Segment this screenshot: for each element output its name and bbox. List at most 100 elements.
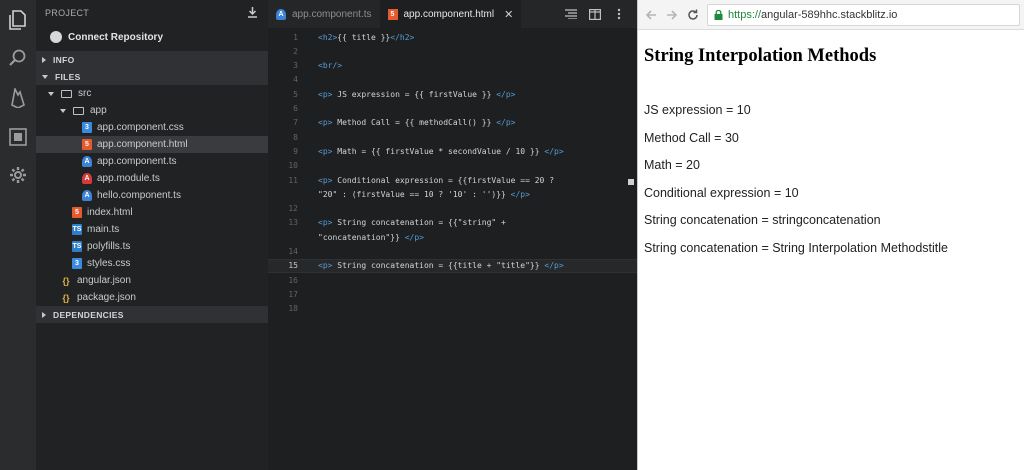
- line-number: 3: [293, 61, 298, 71]
- code-text: <p> Method Call = {{ methodCall() }} </p…: [318, 118, 516, 128]
- code-line[interactable]: 18: [268, 302, 637, 316]
- code-line[interactable]: 4: [268, 73, 637, 87]
- angular-file-icon: A: [82, 156, 92, 167]
- code-line[interactable]: 1 <h2>{{ title }}</h2>: [268, 30, 637, 44]
- format-icon[interactable]: [565, 8, 577, 20]
- tree-file[interactable]: 3 app.component.css: [36, 119, 268, 136]
- split-editor-icon[interactable]: [589, 8, 601, 20]
- tree-file[interactable]: {} package.json: [36, 289, 268, 306]
- tree-file-label: package.json: [77, 292, 136, 303]
- code-line[interactable]: 12: [268, 202, 637, 216]
- tree-file[interactable]: TS polyfills.ts: [36, 238, 268, 255]
- code-text: <p> Conditional expression = {{firstValu…: [318, 175, 555, 185]
- line-number: 18: [288, 304, 298, 314]
- section-files[interactable]: FILES: [36, 68, 268, 85]
- code-text: <p> Math = {{ firstValue * secondValue /…: [318, 146, 564, 156]
- html-file-icon: 5: [387, 8, 398, 20]
- tree-file[interactable]: 5 index.html: [36, 204, 268, 221]
- code-line[interactable]: 5 <p> JS expression = {{ firstValue }} </…: [268, 87, 637, 101]
- firebase-icon[interactable]: [6, 86, 30, 110]
- search-icon[interactable]: [6, 46, 30, 70]
- code-line[interactable]: 8: [268, 130, 637, 144]
- code-text: <p> String concatenation = {{"string" +: [318, 218, 506, 228]
- code-line[interactable]: 10: [268, 159, 637, 173]
- line-number: 5: [293, 89, 298, 99]
- tab-app-component-ts[interactable]: A app.component.ts: [268, 0, 380, 28]
- code-line[interactable]: 3 <br/>: [268, 59, 637, 73]
- gear-icon[interactable]: [6, 163, 30, 187]
- html-file-icon: 5: [82, 139, 92, 150]
- code-line[interactable]: 14: [268, 245, 637, 259]
- css-file-icon: 3: [72, 258, 82, 269]
- files-icon[interactable]: [6, 8, 30, 32]
- code-text: <h2>{{ title }}</h2>: [318, 32, 415, 42]
- url-scheme: https://: [728, 8, 762, 21]
- code-line[interactable]: 9 <p> Math = {{ firstValue * secondValue …: [268, 144, 637, 158]
- tree-file[interactable]: A hello.component.ts: [36, 187, 268, 204]
- tree-file[interactable]: 3 styles.css: [36, 255, 268, 272]
- code-line[interactable]: "concatenation"}} </p>: [268, 230, 637, 244]
- code-area[interactable]: 1 <h2>{{ title }}</h2> 2 3 <br/> 4 5 <p> JS exp…: [268, 28, 637, 470]
- project-header: PROJECT: [36, 0, 268, 26]
- output-line: Math = 20: [644, 158, 700, 172]
- output-line: JS expression = 10: [644, 103, 751, 117]
- scroll-marker[interactable]: [628, 179, 634, 185]
- css-file-icon: 3: [82, 122, 92, 133]
- back-arrow-icon[interactable]: [644, 8, 658, 22]
- connect-repository-button[interactable]: Connect Repository: [36, 26, 268, 48]
- reload-icon[interactable]: [686, 8, 700, 22]
- section-info[interactable]: INFO: [36, 51, 268, 68]
- code-line[interactable]: 13 <p> String concatenation = {{"string" …: [268, 216, 637, 230]
- line-number: 2: [293, 46, 298, 56]
- address-bar[interactable]: https://angular-589hhc.stackblitz.io: [707, 3, 1020, 26]
- line-number: 15: [288, 261, 298, 271]
- section-files-label: FILES: [55, 71, 81, 82]
- chevron-down-icon: [42, 74, 48, 79]
- code-line[interactable]: 16: [268, 273, 637, 287]
- browser-toolbar: https://angular-589hhc.stackblitz.io: [638, 0, 1024, 30]
- page-heading: String Interpolation Methods: [644, 46, 877, 66]
- code-text: <br/>: [318, 61, 343, 71]
- code-line[interactable]: 17: [268, 287, 637, 301]
- folder-icon: [61, 89, 72, 98]
- output-line: String concatenation = stringconcatenati…: [644, 213, 881, 227]
- tree-file[interactable]: A app.component.ts: [36, 153, 268, 170]
- tree-file[interactable]: {} angular.json: [36, 272, 268, 289]
- output-line: String concatenation = String Interpolat…: [644, 240, 949, 255]
- tree-file[interactable]: TS main.ts: [36, 221, 268, 238]
- code-line[interactable]: 6: [268, 102, 637, 116]
- code-line[interactable]: 11 <p> Conditional expression = {{firstVa…: [268, 173, 637, 187]
- line-number: 4: [293, 75, 298, 85]
- output-line: Method Call = 30: [644, 130, 739, 145]
- code-text: <p> String concatenation = {{title + "ti…: [318, 261, 564, 271]
- code-editor: A app.component.ts 5 app.component.html …: [268, 0, 637, 470]
- chevron-down-icon: [60, 108, 66, 113]
- tree-folder-src[interactable]: src: [36, 85, 268, 102]
- tree-file-selected[interactable]: 5 app.component.html: [36, 136, 268, 153]
- more-icon[interactable]: [613, 8, 625, 20]
- download-icon[interactable]: [247, 6, 258, 20]
- html-file-icon: 5: [72, 207, 82, 218]
- tree-file[interactable]: A app.module.ts: [36, 170, 268, 187]
- code-text: "concatenation"}} </p>: [318, 232, 424, 242]
- tree-file-label: main.ts: [87, 224, 120, 235]
- code-line[interactable]: 15 <p> String concatenation = {{title + "…: [268, 258, 637, 273]
- json-file-icon: {}: [62, 292, 70, 303]
- code-line[interactable]: "20" : (firstValue == 10 ? '10' : '')}} …: [268, 187, 637, 201]
- chevron-down-icon: [48, 91, 54, 96]
- code-line[interactable]: 7 <p> Method Call = {{ methodCall() }} </…: [268, 116, 637, 130]
- ts-file-icon: TS: [72, 241, 82, 252]
- line-number: 17: [288, 289, 298, 299]
- forward-arrow-icon[interactable]: [665, 8, 679, 22]
- folder-icon: [73, 106, 84, 115]
- tree-file-label: app.component.ts: [97, 156, 177, 167]
- extensions-icon[interactable]: [6, 125, 30, 149]
- code-text: "20" : (firstValue == 10 ? '10' : '')}} …: [318, 189, 530, 199]
- section-dependencies[interactable]: DEPENDENCIES: [36, 306, 268, 323]
- tab-app-component-html[interactable]: 5 app.component.html ✕: [379, 0, 522, 28]
- close-icon[interactable]: ✕: [504, 8, 513, 21]
- tree-folder-app[interactable]: app: [36, 102, 268, 119]
- preview-browser: https://angular-589hhc.stackblitz.io Str…: [637, 0, 1024, 470]
- code-line[interactable]: 2: [268, 44, 637, 58]
- line-number: 14: [288, 247, 298, 256]
